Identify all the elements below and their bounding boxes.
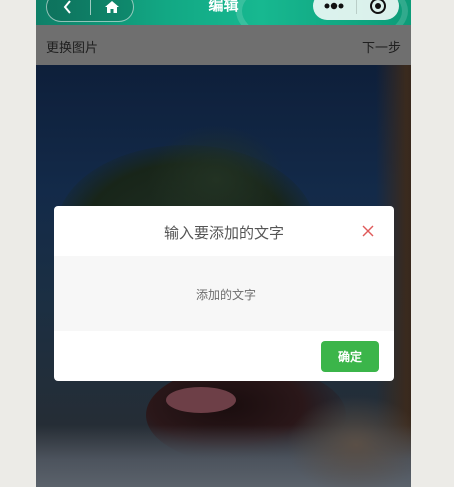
more-dots-icon <box>324 2 344 10</box>
next-step-button[interactable]: 下一步 <box>362 37 401 56</box>
record-icon <box>369 0 386 14</box>
photo-dog-tongue <box>166 387 236 413</box>
phone-screen: 编辑 更换图片 下一步 输入要添加的文字 添加的文字 确定 <box>36 0 411 487</box>
navigation-bar: 编辑 <box>36 0 411 25</box>
close-miniprogram-button[interactable] <box>356 0 399 20</box>
dialog-title: 输入要添加的文字 <box>163 224 284 242</box>
more-button[interactable] <box>313 0 356 20</box>
confirm-button[interactable]: 确定 <box>321 341 379 372</box>
text-input[interactable] <box>54 256 394 333</box>
close-icon <box>362 225 374 237</box>
dialog-body <box>54 256 394 333</box>
edit-toolbar: 更换图片 下一步 <box>36 25 411 65</box>
dialog-close-button[interactable] <box>360 223 376 239</box>
dialog-header: 输入要添加的文字 <box>54 206 394 256</box>
add-text-dialog: 输入要添加的文字 确定 <box>54 206 394 381</box>
nav-capsule-right <box>313 0 399 20</box>
replace-image-button[interactable]: 更换图片 <box>46 37 98 56</box>
